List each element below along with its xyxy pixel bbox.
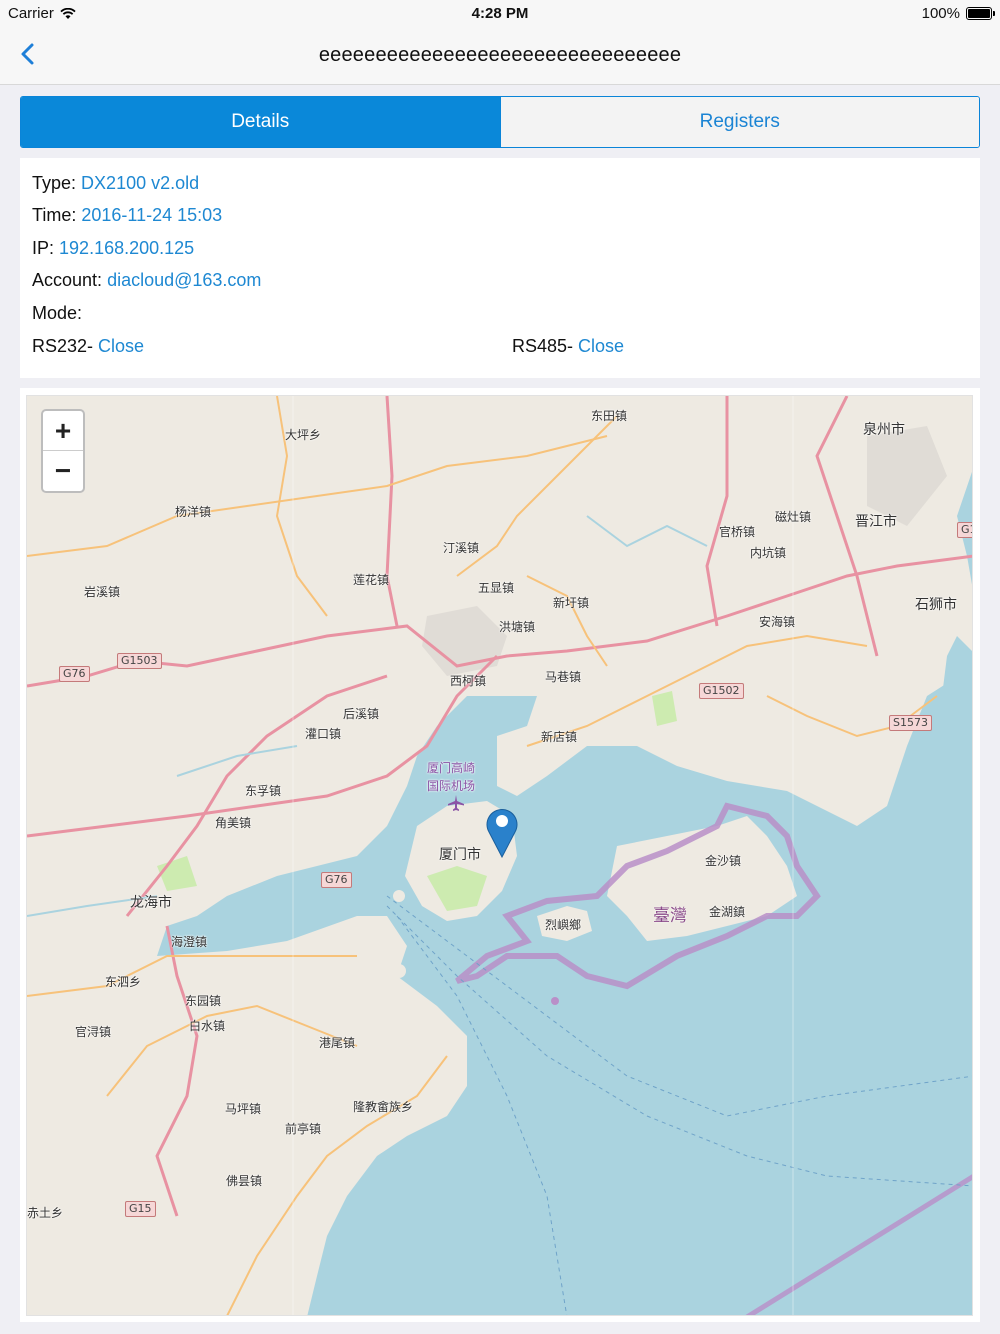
map-label: 内坑镇 xyxy=(750,546,787,560)
mode-label: Mode: xyxy=(32,303,83,323)
battery-info: 100% xyxy=(921,5,995,22)
map-label: 灌口镇 xyxy=(305,727,342,741)
ip-row: IP: 192.168.200.125 xyxy=(32,237,194,259)
map-label: 白水镇 xyxy=(189,1019,226,1033)
type-row: Type: DX2100 v2.old xyxy=(32,172,199,194)
time-label: Time: xyxy=(32,205,77,225)
map-label: 安海镇 xyxy=(759,615,796,629)
time-row: Time: 2016-11-24 15:03 xyxy=(32,204,222,226)
device-details-card: Type: DX2100 v2.old Time: 2016-11-24 15:… xyxy=(20,158,980,378)
map-label: 港尾镇 xyxy=(319,1036,356,1050)
map-label: 石狮市 xyxy=(915,597,957,613)
map-label: 臺灣 xyxy=(653,906,687,926)
rs485-row: RS485- Close xyxy=(512,335,624,357)
map-label: 大坪乡 xyxy=(285,428,322,442)
rs232-row: RS232- Close xyxy=(32,335,144,357)
map-label: 泉州市 xyxy=(863,422,905,438)
map-label: 官桥镇 xyxy=(719,525,756,539)
map-label: 新店镇 xyxy=(541,730,578,744)
map-label: 磁灶镇 xyxy=(775,510,812,524)
rs485-label: RS485- xyxy=(512,336,574,356)
zoom-in-button[interactable]: + xyxy=(43,411,83,451)
tab-details[interactable]: Details xyxy=(21,97,500,147)
mode-row: Mode: xyxy=(32,302,82,324)
map-label: 岩溪镇 xyxy=(84,585,121,599)
road-shield: G76 xyxy=(321,872,352,888)
map-label: 佛昙镇 xyxy=(226,1174,263,1188)
status-bar: Carrier 4:28 PM 100% xyxy=(0,0,1000,28)
map-view[interactable]: G76 G1503 G1502 S1573 G76 G15 G1 东田镇 泉州市… xyxy=(26,395,973,1316)
map-label: 隆教畲族乡 xyxy=(353,1100,414,1114)
map-label: 后溪镇 xyxy=(343,707,380,721)
map-label: 杨洋镇 xyxy=(175,505,212,519)
map-label: 东孚镇 xyxy=(245,784,282,798)
map-label: 赤土乡 xyxy=(27,1206,64,1220)
map-label: 洪塘镇 xyxy=(499,620,536,634)
map-label: 马坪镇 xyxy=(225,1102,262,1116)
account-row: Account: diacloud@163.com xyxy=(32,269,261,291)
navigation-bar: eeeeeeeeeeeeeeeeeeeeeeeeeeeeeeee xyxy=(0,28,1000,85)
rs232-value: Close xyxy=(98,336,145,356)
map-label: 厦门市 xyxy=(439,847,481,863)
map-label: 烈嶼鄉 xyxy=(545,918,582,932)
account-value: diacloud@163.com xyxy=(107,270,262,290)
map-label: 海澄镇 xyxy=(171,935,208,949)
map-label: 东园镇 xyxy=(185,994,222,1008)
road-shield: S1573 xyxy=(889,715,932,731)
time-value: 2016-11-24 15:03 xyxy=(81,205,223,225)
status-time: 4:28 PM xyxy=(471,5,529,22)
map-label: 厦门高崎 xyxy=(427,761,476,775)
segmented-control: Details Registers xyxy=(20,96,980,148)
road-shield: G1502 xyxy=(699,683,744,699)
road-shield: G1 xyxy=(957,522,972,538)
map-label: 五显镇 xyxy=(478,581,515,595)
map-label: 西柯镇 xyxy=(450,674,487,688)
type-value: DX2100 v2.old xyxy=(81,173,200,193)
battery-icon xyxy=(966,7,995,20)
map-label: 莲花镇 xyxy=(353,573,390,587)
map-label: 马巷镇 xyxy=(545,670,582,684)
map-label: 官浔镇 xyxy=(75,1025,112,1039)
type-label: Type: xyxy=(32,173,77,193)
map-label: 汀溪镇 xyxy=(443,541,480,555)
airport-icon xyxy=(448,795,464,811)
ip-value: 192.168.200.125 xyxy=(59,238,195,258)
rs485-value: Close xyxy=(578,336,625,356)
map-card: G76 G1503 G1502 S1573 G76 G15 G1 东田镇 泉州市… xyxy=(20,388,980,1322)
map-label: 东田镇 xyxy=(591,409,628,423)
map-pin-icon xyxy=(486,809,518,858)
zoom-out-button[interactable]: − xyxy=(43,451,83,491)
ip-label: IP: xyxy=(32,238,55,258)
road-shield: G15 xyxy=(125,1201,156,1217)
tab-registers[interactable]: Registers xyxy=(499,97,979,147)
map-label: 金湖鎮 xyxy=(709,905,746,919)
map-label: 国际机场 xyxy=(427,779,476,793)
rs232-label: RS232- xyxy=(32,336,94,356)
page-title: eeeeeeeeeeeeeeeeeeeeeeeeeeeeeeee xyxy=(318,44,682,66)
account-label: Account: xyxy=(32,270,103,290)
zoom-control: + − xyxy=(41,409,85,493)
map-label: 金沙镇 xyxy=(705,854,742,868)
map-label: 晋江市 xyxy=(855,514,897,530)
map-label: 新圩镇 xyxy=(553,596,590,610)
road-shield: G76 xyxy=(59,666,90,682)
map-label: 东泗乡 xyxy=(105,975,142,989)
map-label: 龙海市 xyxy=(130,895,172,911)
road-shield: G1503 xyxy=(117,653,162,669)
battery-percent: 100% xyxy=(921,5,960,22)
map-marker[interactable] xyxy=(485,804,519,858)
map-label: 角美镇 xyxy=(215,816,252,830)
map-label: 前亭镇 xyxy=(285,1122,322,1136)
